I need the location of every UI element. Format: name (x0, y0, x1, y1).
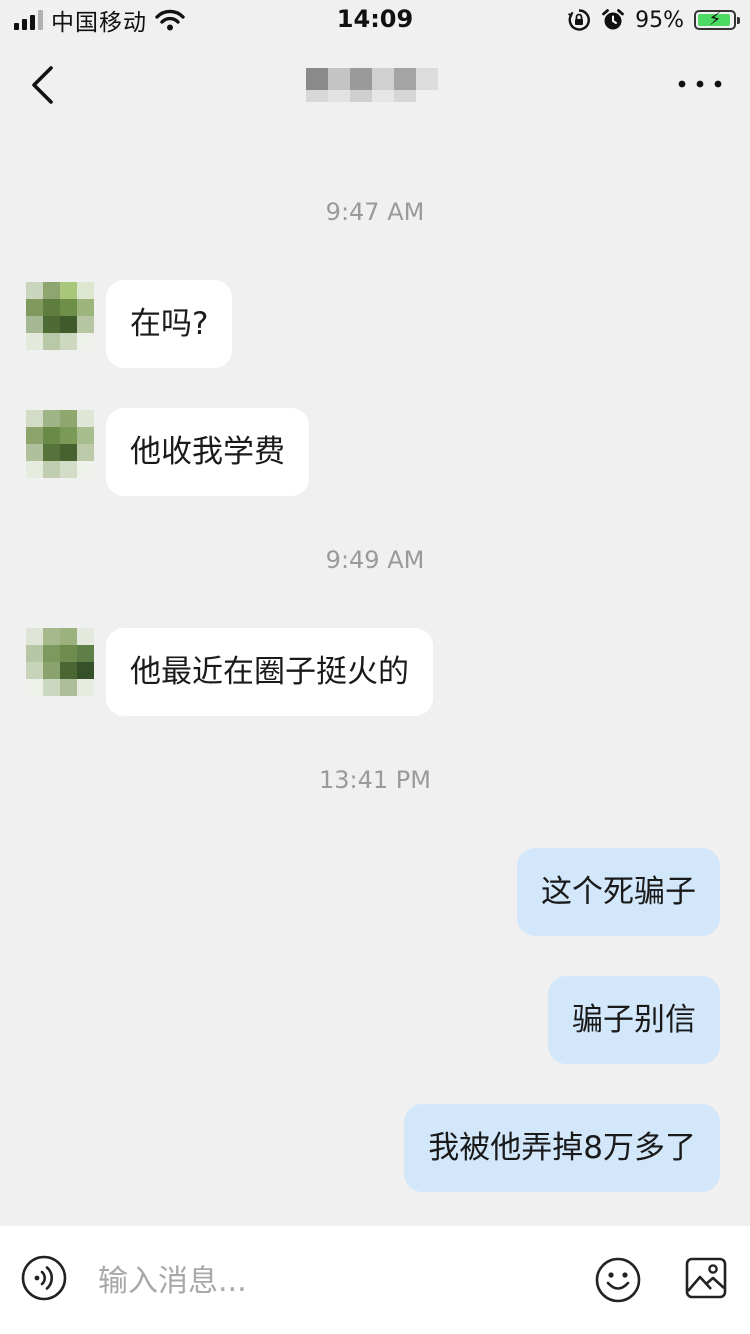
message-bubble-incoming[interactable]: 在吗? (106, 280, 233, 368)
voice-icon (21, 1255, 67, 1301)
avatar[interactable] (26, 282, 94, 350)
message-bubble-outgoing[interactable]: 我被他弄掉8万多了 (404, 1104, 720, 1192)
chat-screen: 中国移动 14:09 95% ⚡ 9:47 AM 在吗? 他收我学费 9:49 … (0, 0, 750, 1334)
battery-charging-icon: ⚡ (694, 9, 740, 30)
battery-nub (737, 17, 740, 24)
alarm-icon (602, 9, 624, 30)
back-button[interactable] (20, 60, 70, 110)
battery-percent: 95% (635, 7, 684, 33)
emoji-icon (595, 1257, 641, 1303)
message-bubble-incoming[interactable]: 他最近在圈子挺火的 (106, 628, 433, 716)
avatar[interactable] (26, 410, 94, 478)
timestamp: 9:49 AM (325, 546, 425, 574)
message-bubble-incoming[interactable]: 他收我学费 (106, 408, 309, 496)
chevron-left-icon (32, 66, 53, 104)
more-button[interactable] (672, 62, 728, 106)
emoji-button[interactable] (594, 1256, 642, 1304)
message-input-bar (0, 1226, 750, 1334)
orientation-lock-icon (568, 9, 591, 31)
timestamp: 9:47 AM (325, 198, 425, 226)
status-bar: 中国移动 14:09 95% ⚡ (0, 0, 750, 40)
voice-button[interactable] (20, 1254, 68, 1302)
message-bubble-outgoing[interactable]: 这个死骗子 (517, 848, 720, 936)
image-button[interactable] (684, 1256, 728, 1300)
more-dots-icon (678, 80, 722, 88)
status-right: 95% ⚡ (567, 5, 740, 35)
contact-name-obscured (300, 62, 450, 106)
avatar[interactable] (26, 628, 94, 696)
image-icon (685, 1257, 727, 1299)
timestamp: 13:41 PM (319, 766, 431, 794)
message-input[interactable] (96, 1252, 570, 1310)
message-bubble-outgoing[interactable]: 骗子别信 (548, 976, 720, 1064)
nav-bar (0, 40, 750, 130)
bolt-icon: ⚡ (708, 9, 722, 30)
